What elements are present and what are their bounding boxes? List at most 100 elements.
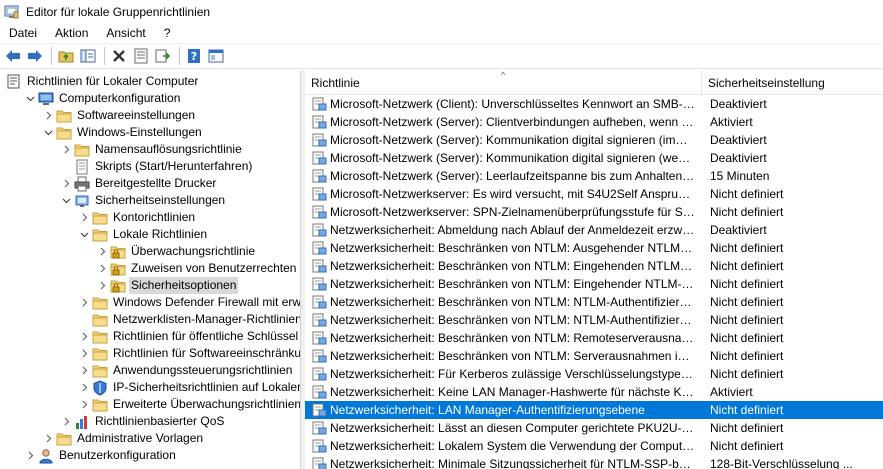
tree-item[interactable]: Namensauflösungsrichtlinie [60, 141, 244, 158]
list-item[interactable]: Microsoft-Netzwerk (Client): Unverschlüs… [305, 95, 883, 113]
tree-item-label: Richtlinienbasierter QoS [95, 414, 225, 428]
show-hide-tree-icon[interactable] [78, 46, 98, 66]
list-item[interactable]: Netzwerksicherheit: Beschränken von NTLM… [305, 239, 883, 257]
tree-item[interactable]: Computerkonfiguration [24, 90, 182, 107]
list-item[interactable]: Microsoft-Netzwerk (Server): Clientverbi… [305, 113, 883, 131]
policy-name: Netzwerksicherheit: Beschränken von NTLM… [330, 295, 700, 309]
policy-setting-icon [311, 456, 327, 469]
tree-item[interactable]: Benutzerkonfiguration [24, 447, 178, 464]
chevron-down-icon[interactable] [60, 192, 72, 209]
policy-name: Microsoft-Netzwerk (Client): Unverschlüs… [330, 97, 700, 111]
list-item[interactable]: Netzwerksicherheit: Beschränken von NTLM… [305, 293, 883, 311]
list-item[interactable]: Microsoft-Netzwerk (Server): Leerlaufzei… [305, 167, 883, 185]
chevron-right-icon[interactable] [78, 345, 90, 362]
tree-item[interactable]: Zuweisen von Benutzerrechten [96, 260, 298, 277]
tree-item[interactable]: Überwachungsrichtlinie [96, 243, 257, 260]
tree-item-label: Kontorichtlinien [113, 210, 196, 224]
menu-aktion[interactable]: Aktion [46, 24, 97, 42]
list-item[interactable]: Microsoft-Netzwerkserver: Es wird versuc… [305, 185, 883, 203]
chevron-right-icon[interactable] [78, 294, 90, 311]
export-list-icon[interactable] [153, 46, 173, 66]
delete-icon[interactable] [109, 46, 129, 66]
list-item[interactable]: Netzwerksicherheit: Beschränken von NTLM… [305, 347, 883, 365]
chevron-right-icon[interactable] [78, 328, 90, 345]
policy-value: Deaktiviert [710, 223, 767, 237]
policy-value: Nicht definiert [710, 313, 784, 327]
policy-setting-icon [311, 312, 327, 328]
policy-value: Nicht definiert [710, 205, 784, 219]
chevron-right-icon[interactable] [60, 413, 72, 430]
chevron-right-icon[interactable] [60, 175, 72, 192]
column-label: Sicherheitseinstellung [708, 75, 825, 90]
list-item[interactable]: Netzwerksicherheit: Abmeldung nach Ablau… [305, 221, 883, 239]
back-icon[interactable] [3, 46, 23, 66]
column-header-sicherheitseinstellung[interactable]: Sicherheitseinstellung [702, 70, 883, 95]
chevron-right-icon[interactable] [78, 396, 90, 413]
tree-item[interactable]: Netzwerklisten-Manager-Richtlinien [78, 311, 300, 328]
tree-item[interactable]: Sicherheitsoptionen [96, 277, 239, 294]
list-item[interactable]: Microsoft-Netzwerkserver: SPN-Zielnamenü… [305, 203, 883, 221]
chevron-right-icon[interactable] [24, 447, 36, 464]
tree-item[interactable]: Richtlinien für Lokaler Computer [0, 73, 200, 90]
tree-item[interactable]: Erweiterte Überwachungsrichtlinienkonfi [78, 396, 300, 413]
policy-name: Netzwerksicherheit: Beschränken von NTLM… [330, 277, 700, 291]
list-item[interactable]: Netzwerksicherheit: LAN Manager-Authenti… [305, 401, 883, 419]
user-icon [38, 448, 54, 464]
tree-item[interactable]: Windows Defender Firewall mit erweiterte… [78, 294, 300, 311]
tree-item[interactable]: Windows-Einstellungen [42, 124, 204, 141]
menu-ansicht[interactable]: Ansicht [97, 24, 154, 42]
tree-item[interactable]: Anwendungssteuerungsrichtlinien [78, 362, 294, 379]
chevron-right-icon[interactable] [42, 107, 54, 124]
list-item[interactable]: Netzwerksicherheit: Beschränken von NTLM… [305, 311, 883, 329]
chevron-right-icon[interactable] [60, 141, 72, 158]
policy-name: Microsoft-Netzwerkserver: SPN-Zielnamenü… [330, 205, 700, 219]
tree-item[interactable]: Administrative Vorlagen [42, 430, 205, 447]
list-item[interactable]: Netzwerksicherheit: Minimale Sitzungssic… [305, 455, 883, 469]
policy-value: Nicht definiert [710, 439, 784, 453]
chevron-right-icon[interactable] [96, 277, 108, 294]
console-icon[interactable] [206, 46, 226, 66]
list-item[interactable]: Netzwerksicherheit: Beschränken von NTLM… [305, 329, 883, 347]
list-item[interactable]: Netzwerksicherheit: Beschränken von NTLM… [305, 257, 883, 275]
tree-item[interactable]: Richtlinienbasierter QoS [60, 413, 226, 430]
forward-icon[interactable] [25, 46, 45, 66]
up-folder-icon[interactable] [56, 46, 76, 66]
column-header-richtlinie[interactable]: Richtlinie ^ [305, 70, 702, 95]
tree-item[interactable]: Richtlinien für öffentliche Schlüssel [78, 328, 300, 345]
folder-icon [92, 363, 108, 379]
chevron-down-icon[interactable] [78, 226, 90, 243]
toolbar-separator [179, 47, 180, 65]
list-item[interactable]: Netzwerksicherheit: Lokalem System die V… [305, 437, 883, 455]
tree-item[interactable]: IP-Sicherheitsrichtlinien auf Lokaler Co… [78, 379, 300, 396]
tree-item[interactable]: Richtlinien für Softwareeinschränkung [78, 345, 300, 362]
list-item[interactable]: Netzwerksicherheit: Keine LAN Manager-Ha… [305, 383, 883, 401]
chevron-down-icon[interactable] [24, 90, 36, 107]
list-item[interactable]: Microsoft-Netzwerk (Server): Kommunikati… [305, 131, 883, 149]
properties-icon[interactable] [131, 46, 151, 66]
tree-item[interactable]: Bereitgestellte Drucker [60, 175, 218, 192]
chevron-right-icon[interactable] [96, 243, 108, 260]
tree-item[interactable]: Lokale Richtlinien [78, 226, 209, 243]
tree-item[interactable]: Softwareeinstellungen [42, 107, 197, 124]
help-icon[interactable]: ? [184, 46, 204, 66]
list-item[interactable]: Netzwerksicherheit: Beschränken von NTLM… [305, 275, 883, 293]
tree-item-label: Sicherheitsoptionen [129, 277, 239, 294]
chevron-right-icon[interactable] [96, 260, 108, 277]
chevron-right-icon[interactable] [78, 209, 90, 226]
menu-help[interactable]: ? [155, 24, 180, 42]
list-item[interactable]: Microsoft-Netzwerk (Server): Kommunikati… [305, 149, 883, 167]
chevron-down-icon[interactable] [42, 124, 54, 141]
window-title: Editor für lokale Gruppenrichtlinien [26, 5, 211, 19]
tree-item[interactable]: Sicherheitseinstellungen [60, 192, 227, 209]
tree-item[interactable]: Skripts (Start/Herunterfahren) [60, 158, 254, 175]
list-item[interactable]: Netzwerksicherheit: Lässt an diesen Comp… [305, 419, 883, 437]
menu-datei[interactable]: Datei [0, 24, 46, 42]
chevron-right-icon[interactable] [78, 362, 90, 379]
chevron-right-icon[interactable] [42, 430, 54, 447]
chevron-right-icon[interactable] [78, 379, 90, 396]
tree-item[interactable]: Kontorichtlinien [78, 209, 197, 226]
policy-value: Nicht definiert [710, 349, 784, 363]
tree-item-label: Benutzerkonfiguration [59, 448, 176, 462]
list-item[interactable]: Netzwerksicherheit: Für Kerberos zulässi… [305, 365, 883, 383]
